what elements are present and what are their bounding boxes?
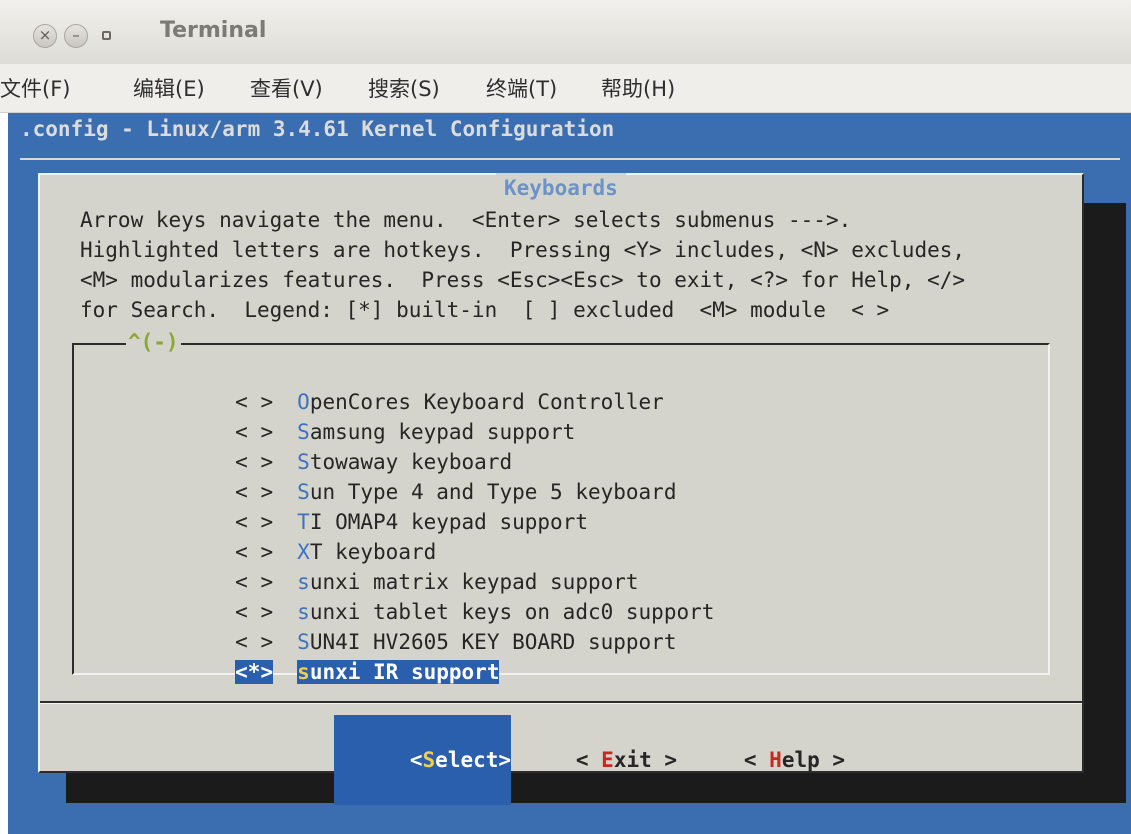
maximize-icon [102,31,111,40]
button-label: elp [781,748,820,772]
menu-view[interactable]: 查看(V) [250,73,323,103]
help-line: <M> modularizes features. Press <Esc><Es… [80,268,966,292]
menu-item[interactable]: < > sunxi matrix keypad support [134,537,638,594]
menu-item[interactable]: < > TI OMAP4 keypad support [134,477,588,534]
menu-help[interactable]: 帮助(H) [601,73,675,103]
button-label: elect [435,748,499,772]
menu-item[interactable]: < > OpenCores Keyboard Controller [134,357,664,414]
menu-bar: 文件(F) 编辑(E) 查看(V) 搜索(S) 终端(T) 帮助(H) [0,64,1131,113]
menu-edit[interactable]: 编辑(E) [133,73,205,103]
terminal-area[interactable]: .config - Linux/arm 3.4.61 Kernel Config… [8,113,1131,834]
close-window-button[interactable]: × [33,24,57,48]
button-bracket: < [743,748,770,772]
menu-terminal[interactable]: 终端(T) [486,73,557,103]
minimize-icon: – [72,26,80,44]
menu-item[interactable]: < > Sun Type 4 and Type 5 keyboard [134,447,676,504]
button-separator-highlight [40,703,1082,704]
help-line: Highlighted letters are hotkeys. Pressin… [80,238,966,262]
button-hotkey: H [769,748,782,772]
item-label: unxi IR support [309,660,500,684]
button-bracket: > [819,748,846,772]
scroll-indicator: ^(-) [126,327,181,357]
button-label: xit [613,748,652,772]
select-button[interactable]: <Select> [334,715,512,805]
header-rule [20,158,1120,160]
item-state[interactable]: <*> [235,657,297,687]
button-hotkey: S [422,748,436,772]
title-bar: × – Terminal [0,0,1131,65]
menu-file[interactable]: 文件(F) [0,73,70,103]
menu-item[interactable]: < > Stowaway keyboard [134,417,512,474]
menu-item[interactable]: < > SUN4I HV2605 KEY BOARD support [134,597,676,654]
menuconfig-dialog: Keyboards Arrow keys navigate the menu. … [38,173,1084,805]
button-bracket: < [409,748,423,772]
help-text: Arrow keys navigate the menu. <Enter> se… [80,205,965,325]
menu-item[interactable]: < > sunxi tablet keys on adc0 support [134,567,714,624]
dialog-title: Keyboards [496,173,626,203]
button-hotkey: E [601,748,614,772]
help-line: Arrow keys navigate the menu. <Enter> se… [80,208,852,232]
menu-item-selected[interactable]: <*> sunxi IR support [134,627,500,684]
menu-item[interactable]: < > Samsung keypad support [134,387,575,444]
window-title: Terminal [160,18,267,43]
minimize-window-button[interactable]: – [64,24,88,48]
item-label-highlight: sunxi IR support [297,660,500,684]
menu-list: ^(-) < > OpenCores Keyboard Controller < … [72,327,1050,684]
button-bracket: < [575,748,602,772]
maximize-window-button[interactable] [95,24,119,48]
help-line: for Search. Legend: [*] built-in [ ] exc… [80,298,890,322]
menu-item[interactable]: < > XT keyboard [134,507,436,564]
exit-button[interactable]: < Exit > [500,715,677,805]
help-button[interactable]: < Help > [668,715,845,805]
item-hotkey: s [297,660,310,684]
close-icon: × [38,26,52,44]
item-state-value: <*> [235,660,274,684]
menu-search[interactable]: 搜索(S) [368,73,440,103]
config-header: .config - Linux/arm 3.4.61 Kernel Config… [20,117,615,141]
